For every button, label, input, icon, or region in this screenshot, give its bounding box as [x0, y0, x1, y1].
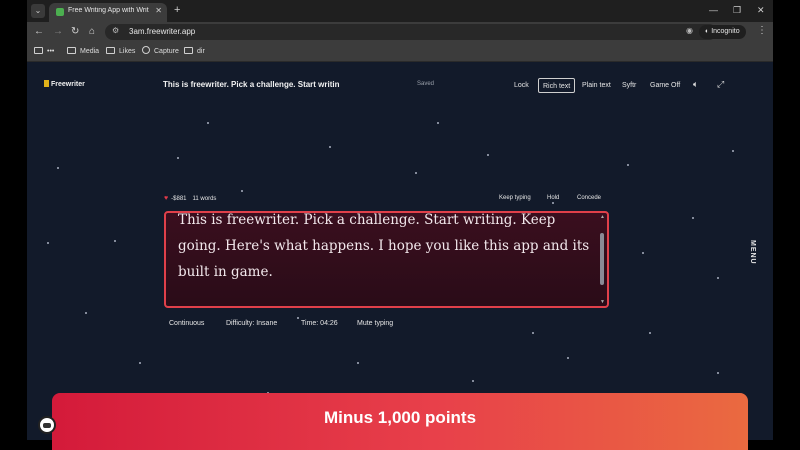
mute-typing-option[interactable]: Mute typing: [357, 320, 393, 327]
save-status: Saved: [417, 81, 435, 87]
menu-button[interactable]: MENU: [749, 240, 756, 265]
difficulty-option[interactable]: Difficulty: Insane: [226, 320, 277, 327]
game-toggle-button[interactable]: Game Off: [646, 78, 684, 93]
bookmark-capture[interactable]: Capture: [142, 46, 179, 58]
writing-editor[interactable]: This is freewriter. Pick a challenge. St…: [164, 211, 609, 308]
minimize-icon[interactable]: —: [709, 4, 718, 16]
tab-favicon-icon: [56, 8, 64, 16]
forward-icon[interactable]: →: [53, 25, 63, 39]
hold-button[interactable]: Hold: [547, 195, 559, 201]
penalty-banner-text: Minus 1,000 points: [323, 408, 477, 427]
browser-toolbar: ← → ↻ ⌂ ⚙ 3am.freewriter.app ◉ ★ ◐ Incog…: [27, 22, 773, 42]
restore-icon[interactable]: ❐: [733, 4, 741, 16]
window-close-icon[interactable]: ✕: [757, 4, 765, 16]
concede-button[interactable]: Concede: [577, 195, 601, 201]
eye-off-icon[interactable]: ◉: [686, 26, 693, 35]
scroll-down-icon[interactable]: ▼: [600, 299, 605, 305]
mode-lock-button[interactable]: Lock: [510, 78, 533, 93]
bookmarks-bar: ••• Media Likes Capture dir: [27, 42, 773, 62]
mode-plain-text-button[interactable]: Plain text: [578, 78, 615, 93]
bookmark-overflow[interactable]: •••: [34, 46, 54, 58]
folder-icon: [34, 47, 43, 54]
game-stats: ♥ -$881 11 words: [164, 195, 216, 202]
tab-close-icon[interactable]: ✕: [155, 6, 162, 15]
score: -$881: [171, 196, 187, 202]
active-tab[interactable]: Free Writing App with Writ ✕: [49, 3, 167, 22]
heart-icon: ♥: [164, 195, 169, 202]
tab-search-icon[interactable]: ⌄: [31, 4, 45, 18]
home-icon[interactable]: ⌂: [89, 25, 95, 39]
logo-icon: [44, 80, 49, 87]
bookmark-dir[interactable]: dir: [184, 46, 205, 58]
tab-strip: ⌄ Free Writing App with Writ ✕ + — ❐ ✕: [27, 0, 773, 22]
tab-title: Free Writing App with Writ: [68, 7, 149, 14]
robot-icon: [38, 416, 56, 434]
document-title: This is freewriter. Pick a challenge. St…: [163, 80, 340, 89]
freewriter-logo[interactable]: Freewriter: [44, 80, 85, 88]
app-viewport: Freewriter This is freewriter. Pick a ch…: [27, 62, 773, 440]
editor-text[interactable]: This is freewriter. Pick a challenge. St…: [178, 213, 596, 285]
globe-icon: [142, 46, 150, 54]
continuous-option[interactable]: Continuous: [169, 320, 204, 327]
editor-scrollbar[interactable]: [600, 233, 604, 285]
scroll-up-icon[interactable]: ▲: [600, 214, 605, 220]
mode-rich-text-button[interactable]: Rich text: [538, 78, 576, 93]
word-count: 11 words: [192, 196, 217, 202]
url-text: 3am.freewriter.app: [129, 27, 196, 36]
penalty-banner: Minus 1,000 points: [52, 393, 748, 450]
mode-syftr-button[interactable]: Syftr: [618, 78, 640, 93]
folder-icon: [106, 47, 115, 54]
keep-typing-button[interactable]: Keep typing: [499, 195, 531, 201]
address-bar[interactable]: ⚙ 3am.freewriter.app ◉ ★: [105, 24, 717, 40]
site-info-icon[interactable]: ⚙: [112, 26, 119, 35]
bookmark-likes[interactable]: Likes: [106, 46, 135, 58]
more-menu-icon[interactable]: ⋮: [757, 25, 767, 36]
incognito-label: Incognito: [711, 28, 740, 35]
bookmark-media[interactable]: Media: [67, 46, 99, 58]
new-tab-icon[interactable]: +: [174, 4, 180, 16]
folder-icon: [67, 47, 76, 54]
timer-option[interactable]: Time: 04:26: [301, 320, 338, 327]
fullscreen-icon[interactable]: ⤢: [717, 79, 724, 90]
incognito-badge[interactable]: ◐ Incognito: [699, 25, 746, 39]
sound-icon[interactable]: 🔈︎: [693, 79, 698, 90]
back-icon[interactable]: ←: [34, 25, 44, 39]
folder-icon: [184, 47, 193, 54]
reload-icon[interactable]: ↻: [71, 25, 79, 39]
